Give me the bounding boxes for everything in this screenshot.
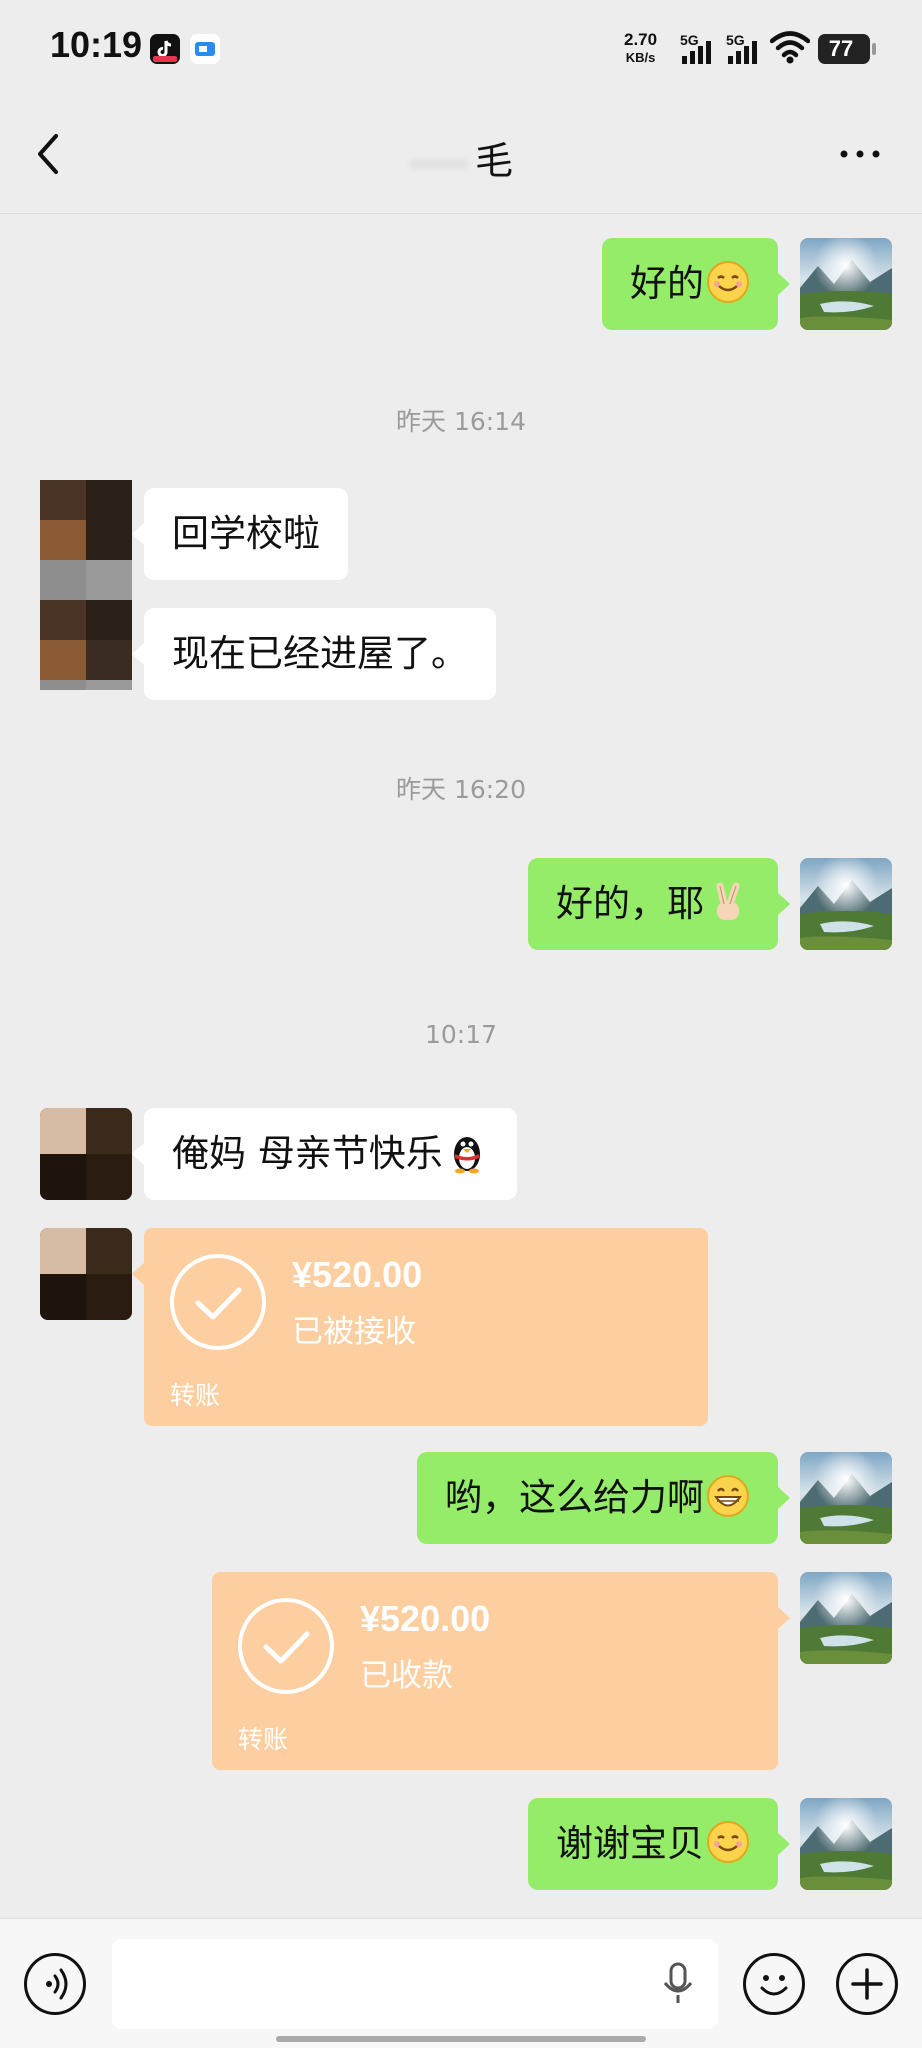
message-bubble[interactable]: 好的 [602,238,790,330]
message-input[interactable] [112,1939,718,2029]
victory-hand-emoji-icon [716,882,740,920]
timestamp: 昨天 16:14 [396,407,526,436]
signal-icon-2: 5G [726,30,760,66]
grin-emoji-icon [707,1475,749,1517]
message-text: 俺妈 母亲节快乐 [172,1132,443,1175]
tiktok-app-icon [150,34,180,64]
voice-toggle-button[interactable] [24,1953,86,2015]
microphone-icon[interactable] [660,1961,696,2007]
message-bubble[interactable]: 俺妈 母亲节快乐 [132,1108,517,1200]
add-attachment-button[interactable] [836,1953,898,2015]
contact-avatar[interactable] [40,1228,132,1320]
signal-icon: 5G [680,30,714,66]
message-text: 现在已经进屋了。 [172,632,468,675]
message-app-icon [190,34,220,64]
smile-emoji-icon [707,1821,749,1863]
transfer-label: 转账 [170,1381,221,1410]
transfer-card[interactable]: ¥520.00 已被接收 转账 [132,1228,708,1426]
transfer-status: 已收款 [360,1658,453,1694]
message-bubble[interactable]: 好的，耶 [528,858,790,950]
penguin-emoji-icon [453,1137,480,1174]
contact-avatar[interactable] [40,1108,132,1200]
chat-title-text: 毛 [474,139,513,183]
transfer-label: 转账 [238,1725,289,1754]
my-avatar[interactable] [800,858,892,950]
transfer-amount: ¥520.00 [360,1598,491,1639]
my-avatar[interactable] [800,238,892,330]
my-avatar[interactable] [800,1572,892,1664]
emoji-button[interactable] [743,1953,805,2015]
message-bubble[interactable]: 现在已经进屋了。 [132,608,496,700]
transfer-amount: ¥520.00 [292,1254,423,1295]
network-speed: 2.70 KB/s [624,30,658,66]
contact-avatar[interactable] [40,480,132,690]
battery-icon: 77 [818,34,876,64]
input-bar [0,1918,922,2048]
timestamp: 昨天 16:20 [396,775,526,804]
home-indicator[interactable] [276,2036,646,2042]
check-circle-icon [238,1598,334,1694]
transfer-card[interactable]: ¥520.00 已收款 转账 [212,1572,790,1770]
message-text: 谢谢宝贝 [556,1822,704,1865]
my-avatar[interactable] [800,1452,892,1544]
message-bubble[interactable]: 谢谢宝贝 [528,1798,790,1890]
chat-header: 毛 [0,100,922,214]
check-circle-icon [170,1254,266,1350]
wifi-icon [769,30,811,68]
transfer-status: 已被接收 [292,1314,416,1350]
redacted-name [408,158,469,169]
chat-title: 毛 [0,130,922,185]
status-bar: 10:19 2.70 KB/s 5G 5G 77 [0,0,922,100]
timestamp: 10:17 [424,1020,498,1049]
message-text: 哟，这么给力啊 [445,1476,704,1519]
message-bubble[interactable]: 哟，这么给力啊 [417,1452,790,1544]
status-time: 10:19 [50,24,143,65]
message-text: 回学校啦 [172,512,320,555]
message-bubble[interactable]: 回学校啦 [132,488,348,580]
more-options-button[interactable] [830,134,890,174]
message-text: 好的，耶 [556,882,704,925]
smile-emoji-icon [707,261,749,303]
my-avatar[interactable] [800,1798,892,1890]
message-text: 好的 [630,262,704,305]
